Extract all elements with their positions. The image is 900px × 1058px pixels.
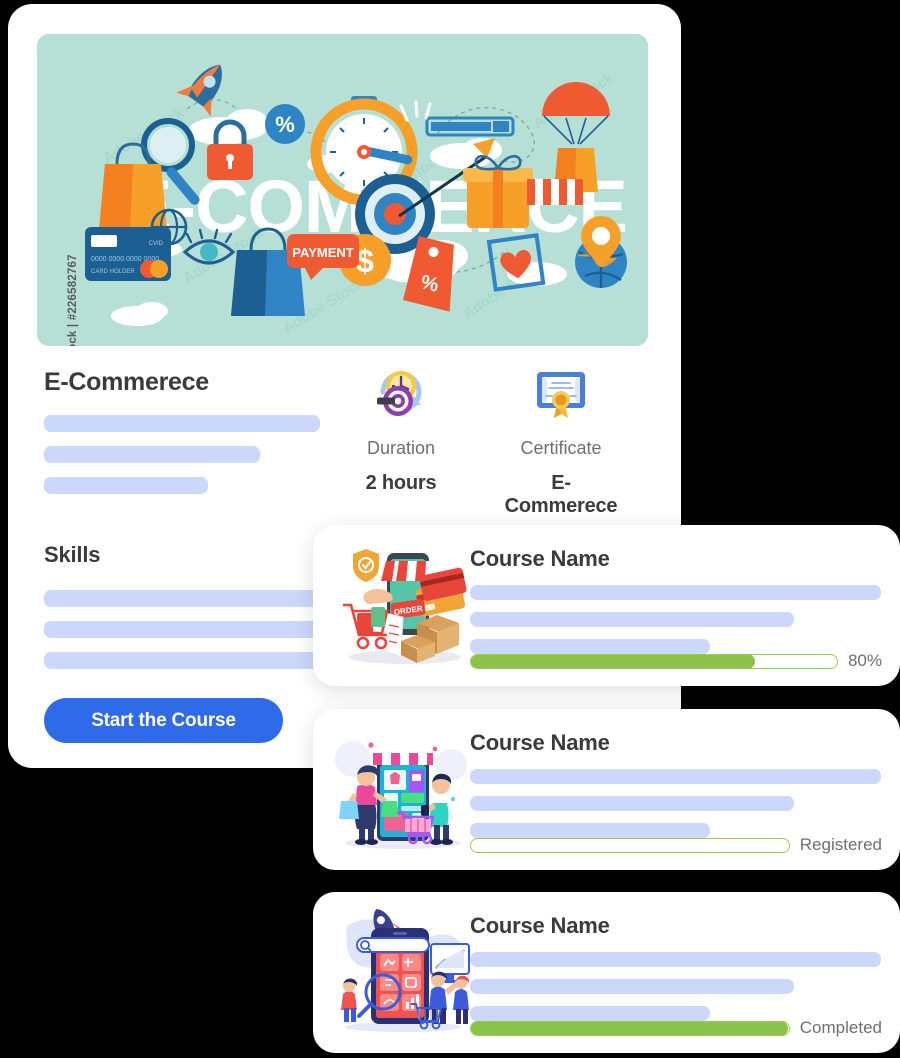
course-list-item-title: Course Name [470, 730, 610, 755]
progress-track [470, 1020, 790, 1036]
meta-duration-value: 2 hours [365, 472, 437, 494]
meta-certificate-value: E-Commerece [504, 472, 618, 517]
certificate-icon [496, 360, 626, 426]
course-list-item-title: Course Name [470, 913, 610, 938]
skill-placeholder-row [44, 652, 334, 669]
skills-heading: Skills [44, 542, 101, 567]
screen-root: Adobe Stock Adobe Stock Adobe Stock Adob… [0, 0, 900, 1058]
progress-fill [470, 654, 756, 668]
course-progress: Registered [470, 835, 882, 855]
course-list-item[interactable]: ORDER Course Name 80% [313, 525, 900, 686]
mobile-app-search-analytics-icon [335, 908, 470, 1036]
ecommerce-banner-illustration: Adobe Stock Adobe Stock Adobe Stock Adob… [37, 34, 648, 346]
description-placeholder-row [44, 477, 208, 494]
description-placeholder-row [44, 446, 260, 463]
course-desc-placeholder-row [470, 769, 881, 784]
meta-duration-label: Duration [366, 438, 436, 458]
progress-status-label: Completed [799, 1018, 882, 1037]
meta-duration: Duration 2 hours [336, 360, 466, 495]
description-placeholder-row [44, 415, 320, 432]
meta-certificate: Certificate E-Commerece [496, 360, 626, 518]
progress-fill [470, 1021, 788, 1035]
progress-track [470, 837, 790, 853]
skill-placeholder-row [44, 590, 334, 607]
course-desc-placeholder-row [470, 585, 881, 600]
course-desc-placeholder-row [470, 796, 794, 811]
progress-status-label: 80% [847, 651, 882, 670]
course-desc-placeholder-row [470, 612, 794, 627]
mobile-store-shoppers-icon [335, 725, 470, 853]
skill-placeholder-row [44, 621, 334, 638]
course-list-item[interactable]: Course Name Completed [313, 892, 900, 1053]
svg-text:CVID: CVID [149, 241, 164, 247]
meta-certificate-label: Certificate [520, 438, 602, 458]
clock-target-icon [336, 360, 466, 426]
isometric-online-shopping-icon: ORDER [335, 541, 470, 669]
course-hero-banner: Adobe Stock Adobe Stock Adobe Stock Adob… [37, 34, 648, 346]
course-desc-placeholder-row [470, 952, 881, 967]
course-list-item-title: Course Name [470, 546, 610, 571]
progress-status-label: Registered [799, 835, 882, 854]
svg-text:%: % [275, 112, 295, 137]
start-course-button[interactable]: Start the Course [44, 698, 283, 743]
svg-text:PAYMENT: PAYMENT [292, 245, 353, 260]
course-progress: Completed [470, 1018, 882, 1038]
course-desc-placeholder-row [470, 979, 794, 994]
course-progress: 80% [470, 651, 882, 671]
page-title: E-Commerece [44, 368, 209, 396]
progress-track [470, 653, 838, 669]
course-list-item[interactable]: Course Name Registered [313, 709, 900, 870]
svg-text:CARD HOLDER: CARD HOLDER [91, 269, 135, 275]
